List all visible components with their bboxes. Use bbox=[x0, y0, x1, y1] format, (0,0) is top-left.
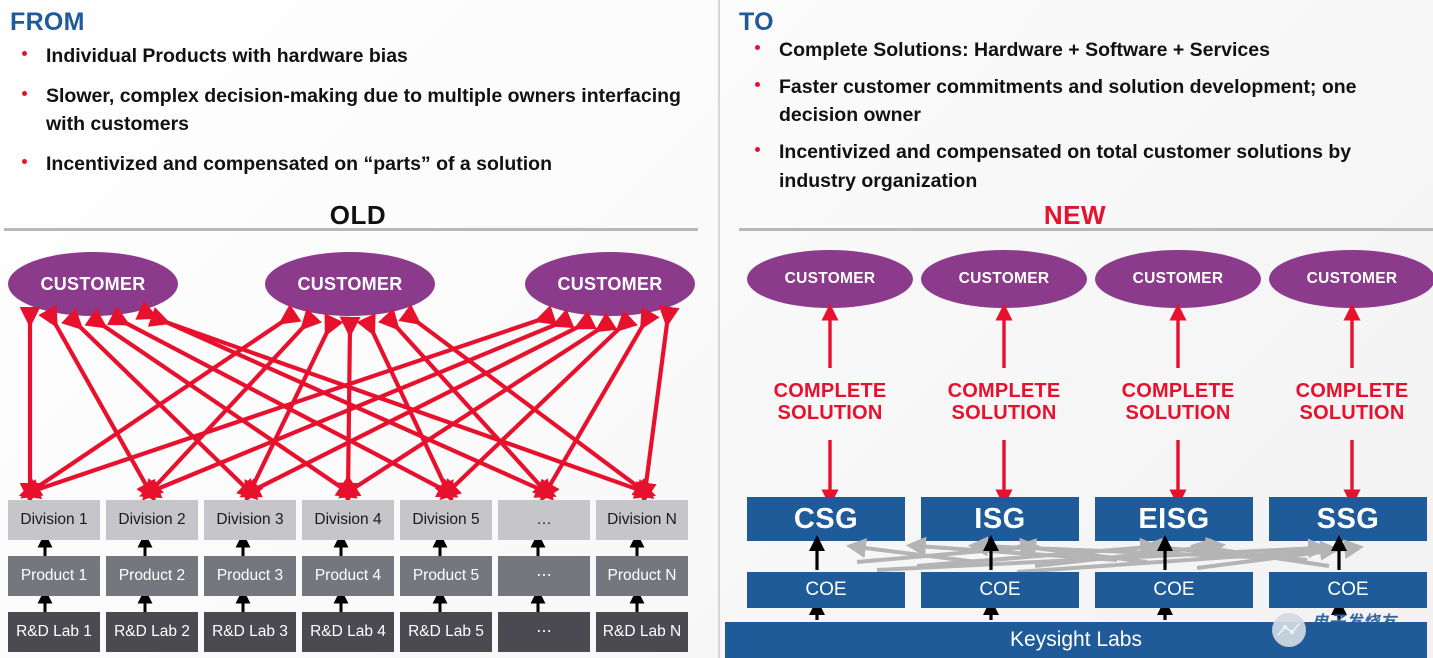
list-item: Incentivized and compensated on “parts” … bbox=[8, 150, 698, 179]
solution-line-2: SOLUTION bbox=[951, 402, 1057, 425]
coe-box: COE bbox=[921, 572, 1079, 608]
watermark-logo-icon bbox=[1272, 613, 1306, 647]
division-box: … bbox=[498, 500, 590, 540]
from-bullet-list: Individual Products with hardware bias S… bbox=[8, 42, 698, 190]
complete-solution-label: COMPLETE SOLUTION bbox=[745, 380, 915, 425]
bullet-text: Incentivized and compensated on total cu… bbox=[779, 140, 1352, 192]
slide-root: FROM Individual Products with hardware b… bbox=[0, 0, 1433, 658]
rd-lab-box: R&D Lab 4 bbox=[302, 612, 394, 652]
list-item: Slower, complex decision-making due to m… bbox=[8, 82, 698, 139]
product-box: Product N bbox=[596, 556, 688, 596]
complete-solution-label: COMPLETE SOLUTION bbox=[1267, 380, 1433, 425]
solution-line-1: COMPLETE bbox=[1121, 380, 1235, 402]
bullet-dot-icon bbox=[755, 81, 760, 87]
product-box: Product 5 bbox=[400, 556, 492, 596]
coe-box: COE bbox=[1269, 572, 1427, 608]
complete-solution-label: COMPLETE SOLUTION bbox=[919, 380, 1089, 425]
product-box: ⋯ bbox=[498, 556, 590, 596]
solution-line-1: COMPLETE bbox=[773, 380, 887, 402]
group-box: EISG bbox=[1095, 497, 1253, 541]
from-heading: FROM bbox=[10, 8, 85, 36]
division-box: Division N bbox=[596, 500, 688, 540]
bullet-dot-icon bbox=[22, 51, 27, 56]
rd-lab-box: R&D Lab 5 bbox=[400, 612, 492, 652]
product-box: Product 4 bbox=[302, 556, 394, 596]
solution-line-1: COMPLETE bbox=[947, 380, 1061, 402]
bullet-text: Incentivized and compensated on “parts” … bbox=[46, 152, 552, 175]
rd-lab-box: R&D Lab N bbox=[596, 612, 688, 652]
bullet-text: Complete Solutions: Hardware + Software … bbox=[779, 39, 1270, 61]
product-box: Product 2 bbox=[106, 556, 198, 596]
customer-oval: CUSTOMER bbox=[1095, 250, 1261, 308]
from-panel: FROM Individual Products with hardware b… bbox=[0, 0, 716, 658]
division-box: Division 5 bbox=[400, 500, 492, 540]
customer-oval: CUSTOMER bbox=[525, 252, 695, 316]
bullet-dot-icon bbox=[22, 90, 27, 96]
new-diagram-label: NEW bbox=[1043, 200, 1107, 230]
list-item: Faster customer commitments and solution… bbox=[741, 73, 1431, 130]
solution-line-1: COMPLETE bbox=[1295, 380, 1409, 402]
bullet-text: Slower, complex decision-making due to m… bbox=[46, 84, 681, 136]
customer-oval: CUSTOMER bbox=[747, 250, 913, 308]
watermark-chinese: 电子发烧友 bbox=[1312, 614, 1398, 631]
divider-rule-left bbox=[4, 228, 698, 231]
list-item: Incentivized and compensated on total cu… bbox=[741, 138, 1431, 195]
coe-box: COE bbox=[1095, 572, 1253, 608]
to-bullet-list: Complete Solutions: Hardware + Software … bbox=[741, 36, 1431, 203]
bullet-dot-icon bbox=[755, 45, 760, 50]
customer-oval: CUSTOMER bbox=[1269, 250, 1433, 308]
solution-line-2: SOLUTION bbox=[777, 402, 883, 425]
rd-lab-box: R&D Lab 3 bbox=[204, 612, 296, 652]
bullet-dot-icon bbox=[755, 146, 760, 152]
coe-box: COE bbox=[747, 572, 905, 608]
product-box: Product 3 bbox=[204, 556, 296, 596]
customer-oval: CUSTOMER bbox=[265, 252, 435, 316]
solution-line-2: SOLUTION bbox=[1299, 402, 1405, 425]
watermark-url: www.elecfans.com bbox=[1312, 633, 1411, 645]
bullet-text: Individual Products with hardware bias bbox=[46, 45, 408, 67]
group-box: SSG bbox=[1269, 497, 1427, 541]
rd-lab-box: R&D Lab 2 bbox=[106, 612, 198, 652]
watermark: 电子发烧友 www.elecfans.com bbox=[1272, 605, 1430, 655]
customer-oval: CUSTOMER bbox=[8, 252, 178, 316]
divider-rule-right bbox=[739, 228, 1433, 231]
division-box: Division 2 bbox=[106, 500, 198, 540]
solution-line-2: SOLUTION bbox=[1125, 402, 1231, 425]
division-box: Division 1 bbox=[8, 500, 100, 540]
list-item: Complete Solutions: Hardware + Software … bbox=[741, 36, 1431, 65]
complete-solution-label: COMPLETE SOLUTION bbox=[1093, 380, 1263, 425]
rd-lab-box: R&D Lab 1 bbox=[8, 612, 100, 652]
division-box: Division 3 bbox=[204, 500, 296, 540]
watermark-text: 电子发烧友 www.elecfans.com bbox=[1312, 615, 1410, 645]
division-box: Division 4 bbox=[302, 500, 394, 540]
to-panel: TO Complete Solutions: Hardware + Softwa… bbox=[717, 0, 1433, 658]
group-box: CSG bbox=[747, 497, 905, 541]
list-item: Individual Products with hardware bias bbox=[8, 42, 698, 71]
product-box: Product 1 bbox=[8, 556, 100, 596]
to-heading: TO bbox=[739, 8, 774, 36]
bullet-text: Faster customer commitments and solution… bbox=[779, 75, 1357, 127]
rd-lab-box: ⋯ bbox=[498, 612, 590, 652]
bullet-dot-icon bbox=[22, 158, 27, 164]
customer-oval: CUSTOMER bbox=[921, 250, 1087, 308]
group-box: ISG bbox=[921, 497, 1079, 541]
old-diagram-label: OLD bbox=[329, 200, 387, 230]
